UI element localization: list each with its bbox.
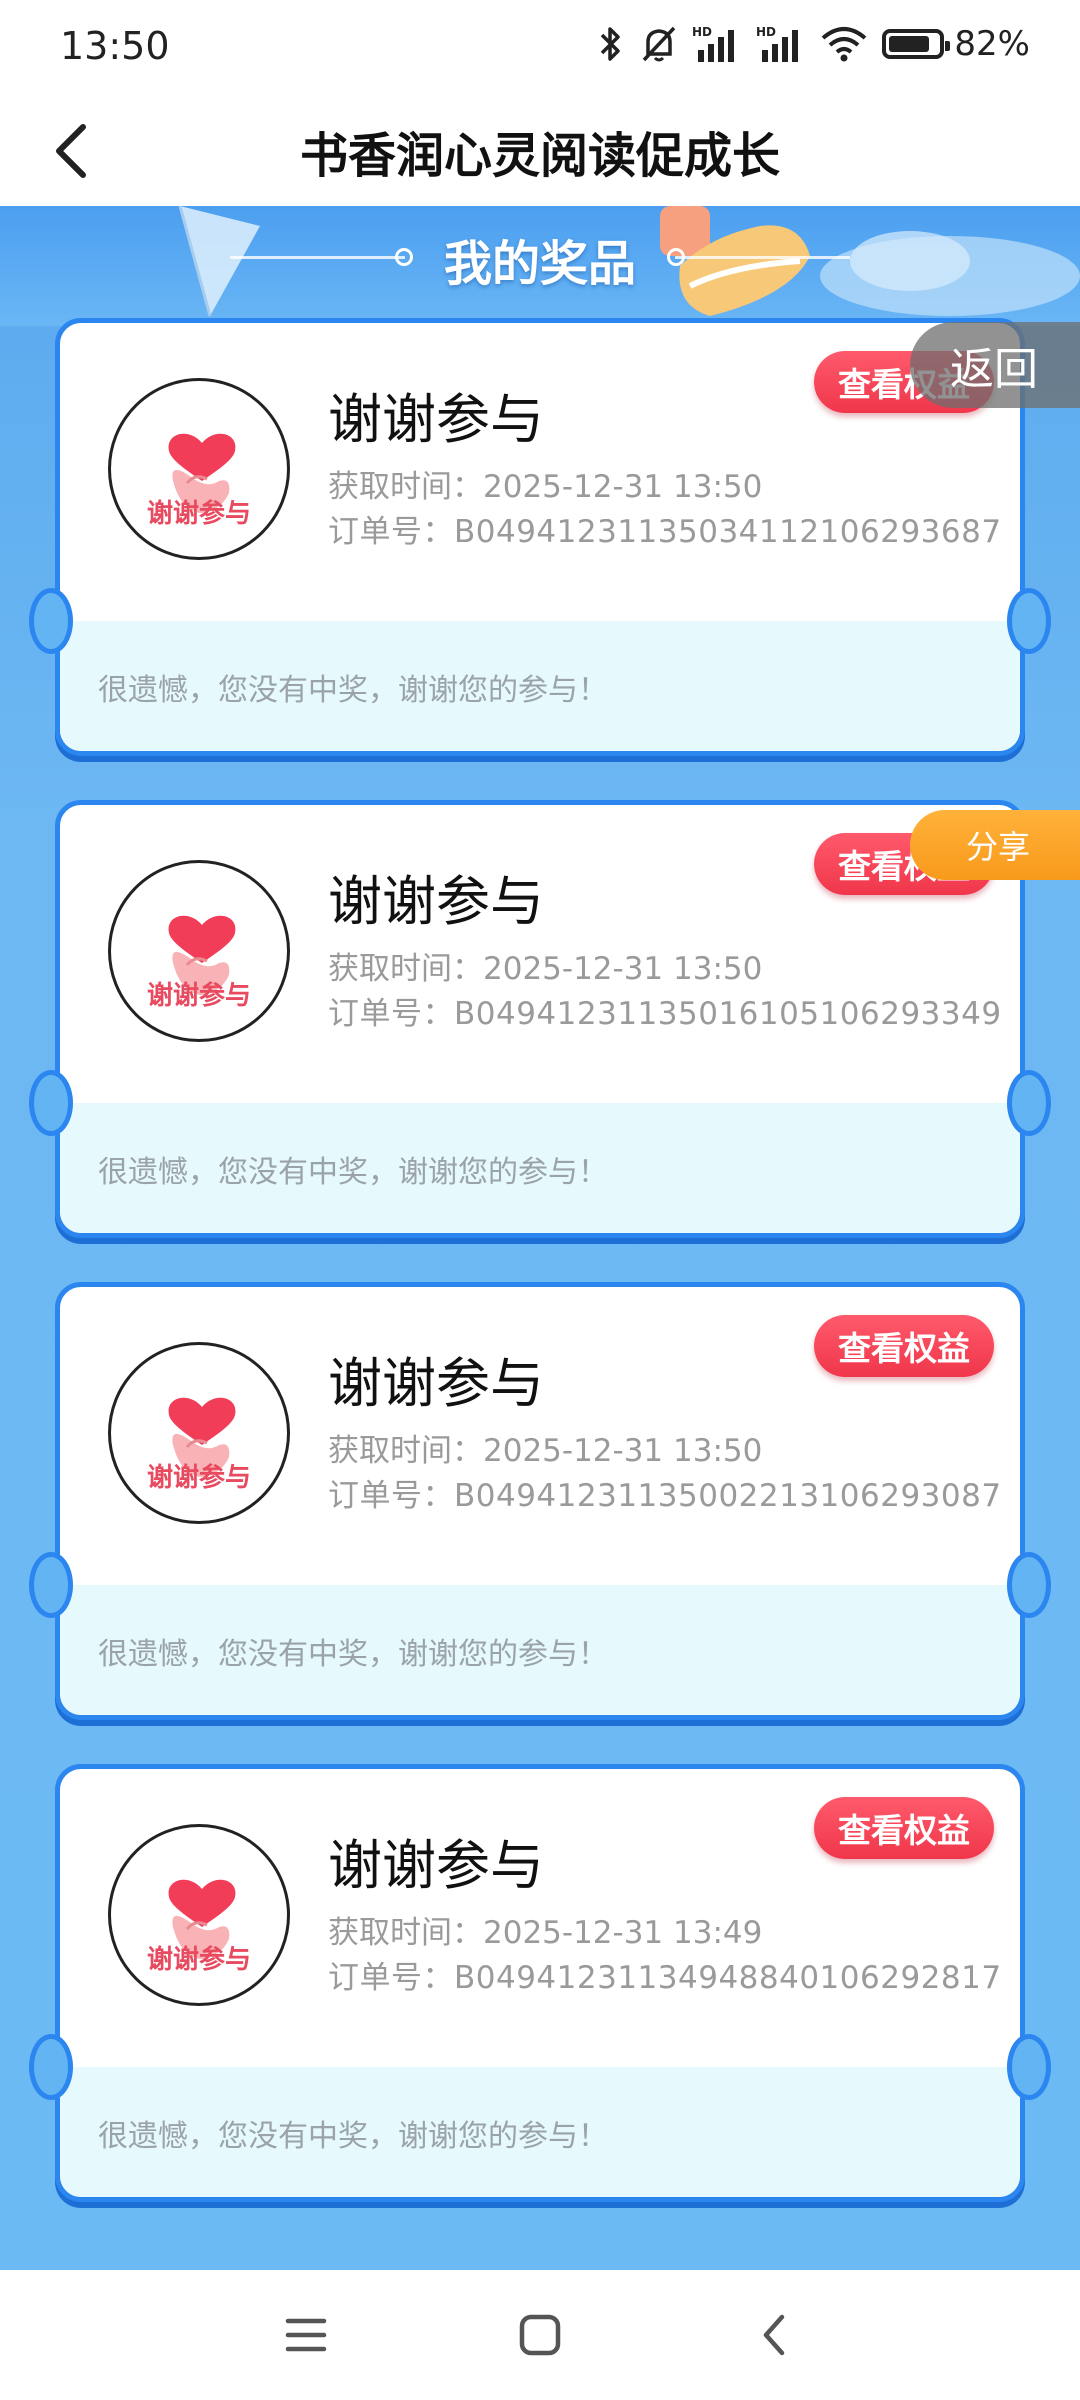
home-icon [519, 2314, 561, 2356]
prize-message: 很遗憾，您没有中奖，谢谢您的参与！ [98, 1637, 608, 1672]
prize-list-area[interactable]: 我的奖品 谢谢参与 谢谢参与 获取时间：2025-12-31 13:50 订单号… [0, 206, 1080, 2270]
prize-order-number: 订单号：B04941231135002213106293087 [328, 1478, 1002, 1514]
prize-time: 获取时间：2025-12-31 13:49 [328, 1915, 763, 1951]
card-notch-left [29, 1552, 73, 1618]
banner: 我的奖品 [0, 206, 1080, 326]
banner-title: 我的奖品 [443, 236, 636, 292]
system-nav-bar [0, 2270, 1080, 2400]
prize-message: 很遗憾，您没有中奖，谢谢您的参与！ [98, 673, 608, 708]
heart-hand-icon [168, 915, 236, 995]
battery-icon: 82% [882, 24, 1030, 64]
prize-name: 谢谢参与 [328, 388, 544, 451]
prize-time: 获取时间：2025-12-31 13:50 [328, 469, 763, 505]
bluetooth-icon [601, 27, 621, 61]
menu-icon [285, 2318, 327, 2352]
wifi-icon [822, 27, 867, 62]
prize-time: 获取时间：2025-12-31 13:50 [328, 1433, 763, 1469]
heart-hand-icon [168, 1879, 236, 1959]
prize-order-number: 订单号：B04941231135034112106293687 [328, 514, 1002, 550]
prize-time: 获取时间：2025-12-31 13:50 [328, 951, 763, 987]
mute-icon [643, 26, 676, 62]
card-notch-right [1007, 588, 1051, 654]
page-title: 书香润心灵阅读促成长 [299, 128, 780, 184]
prize-image-label: 谢谢参与 [146, 981, 251, 1011]
view-rights-button[interactable]: 查看权益 [814, 1315, 994, 1377]
prize-image-label: 谢谢参与 [146, 1463, 251, 1493]
menu-button[interactable] [276, 2305, 336, 2365]
prize-image: 谢谢参与 [108, 1824, 290, 2006]
prize-card: 谢谢参与 谢谢参与 获取时间：2025-12-31 13:49 订单号：B049… [29, 1764, 1051, 2202]
prize-card: 谢谢参与 谢谢参与 获取时间：2025-12-31 13:50 订单号：B049… [29, 1282, 1051, 1720]
prize-name: 谢谢参与 [328, 1834, 544, 1897]
return-float-button[interactable]: 返回 [910, 322, 1080, 408]
prize-order-number: 订单号：B04941231135016105106293349 [328, 996, 1002, 1032]
prize-image-label: 谢谢参与 [146, 1945, 251, 1975]
view-rights-button[interactable]: 查看权益 [814, 1797, 994, 1859]
title-bar: 书香润心灵阅读促成长 [0, 96, 1080, 206]
signal-hd-icon: HD [756, 25, 799, 62]
heart-hand-icon [168, 1397, 236, 1477]
prize-message: 很遗憾，您没有中奖，谢谢您的参与！ [98, 2119, 608, 2154]
card-notch-right [1007, 2034, 1051, 2100]
status-icons: HD HD 82% [596, 24, 1030, 64]
home-button[interactable] [510, 2305, 570, 2365]
battery-fill [889, 36, 929, 52]
prize-name: 谢谢参与 [328, 870, 544, 933]
prize-image: 谢谢参与 [108, 378, 290, 560]
prize-image: 谢谢参与 [108, 1342, 290, 1524]
heart-hand-icon [168, 433, 236, 513]
battery-percent: 82% [954, 24, 1030, 64]
card-notch-right [1007, 1552, 1051, 1618]
card-notch-left [29, 588, 73, 654]
share-float-button[interactable]: 分享 [910, 810, 1080, 880]
prize-image-label: 谢谢参与 [146, 499, 251, 529]
svg-text:HD: HD [756, 25, 776, 39]
prize-message: 很遗憾，您没有中奖，谢谢您的参与！ [98, 1155, 608, 1190]
nav-back-button[interactable] [744, 2305, 804, 2365]
card-notch-right [1007, 1070, 1051, 1136]
status-time: 13:50 [60, 24, 170, 68]
prize-card: 谢谢参与 谢谢参与 获取时间：2025-12-31 13:50 订单号：B049… [29, 318, 1051, 756]
svg-text:HD: HD [692, 25, 712, 39]
signal-hd-icon: HD [692, 25, 735, 62]
back-icon [763, 2314, 785, 2356]
prize-name: 谢谢参与 [328, 1352, 544, 1415]
prize-order-number: 订单号：B04941231134948840106292817 [328, 1960, 1002, 1996]
status-bar: 13:50 HD HD 82% [0, 0, 1080, 96]
prize-card: 谢谢参与 谢谢参与 获取时间：2025-12-31 13:50 订单号：B049… [29, 800, 1051, 1238]
prize-image: 谢谢参与 [108, 860, 290, 1042]
card-notch-left [29, 1070, 73, 1136]
card-notch-left [29, 2034, 73, 2100]
